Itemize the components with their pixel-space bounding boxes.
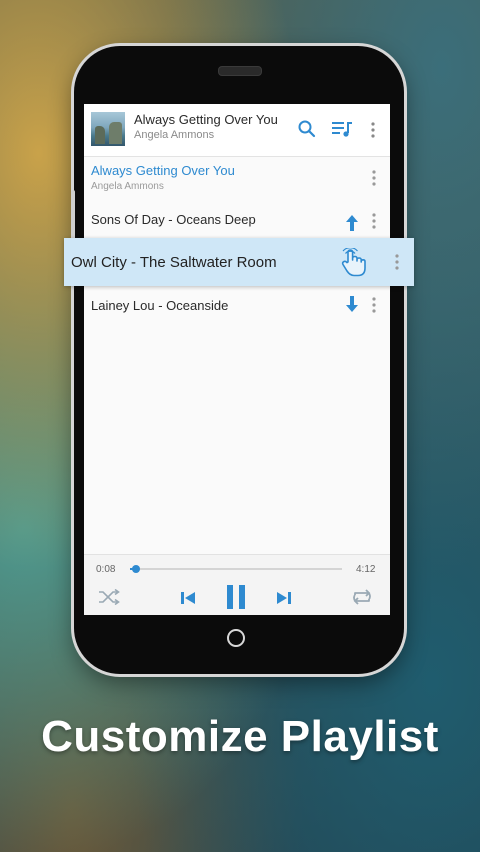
more-vert-icon[interactable]: [371, 212, 377, 230]
list-item[interactable]: Always Getting Over You Angela Ammons: [84, 157, 390, 197]
more-vert-icon[interactable]: [371, 169, 377, 187]
player-controls: 0:08 4:12: [84, 554, 390, 615]
track-title: Lainey Lou - Oceanside: [91, 298, 229, 313]
seek-bar-handle[interactable]: [132, 565, 141, 573]
home-button[interactable]: [227, 629, 245, 647]
more-vert-icon[interactable]: [394, 253, 400, 271]
app-screen: Always Getting Over You Angela Ammons Al…: [84, 104, 390, 615]
duration-time: 4:12: [356, 564, 376, 575]
track-title: Sons Of Day - Oceans Deep: [91, 212, 256, 227]
album-art[interactable]: [91, 112, 125, 146]
header-artist: Angela Ammons: [134, 129, 215, 141]
elapsed-time: 0:08: [96, 564, 116, 575]
now-playing-header: Always Getting Over You Angela Ammons: [84, 104, 390, 157]
dragged-list-item[interactable]: Owl City - The Saltwater Room: [64, 238, 414, 286]
list-item[interactable]: Lainey Lou - Oceanside: [84, 284, 390, 326]
repeat-icon[interactable]: [350, 588, 374, 606]
search-icon[interactable]: [297, 119, 317, 139]
header-song-title: Always Getting Over You: [134, 112, 278, 127]
phone-speaker: [218, 66, 262, 76]
track-artist: Angela Ammons: [91, 181, 164, 192]
playlist-icon[interactable]: [331, 119, 353, 139]
next-icon[interactable]: [275, 590, 293, 606]
arrow-down-icon: [346, 296, 358, 312]
previous-icon[interactable]: [179, 590, 197, 606]
drag-hand-icon[interactable]: [340, 248, 368, 278]
arrow-up-icon: [346, 215, 358, 231]
shuffle-icon[interactable]: [98, 589, 120, 605]
list-item[interactable]: Sons Of Day - Oceans Deep: [84, 200, 390, 242]
promo-caption: Customize Playlist: [41, 712, 439, 761]
track-title: Owl City - The Saltwater Room: [71, 254, 277, 271]
app-screenshot: { "header": { "title": "Always Getting O…: [0, 0, 480, 852]
more-vert-icon[interactable]: [371, 296, 377, 314]
seek-bar[interactable]: [130, 565, 342, 573]
more-vert-icon[interactable]: [370, 121, 376, 139]
pause-icon[interactable]: [225, 584, 247, 610]
track-title: Always Getting Over You: [91, 163, 235, 178]
